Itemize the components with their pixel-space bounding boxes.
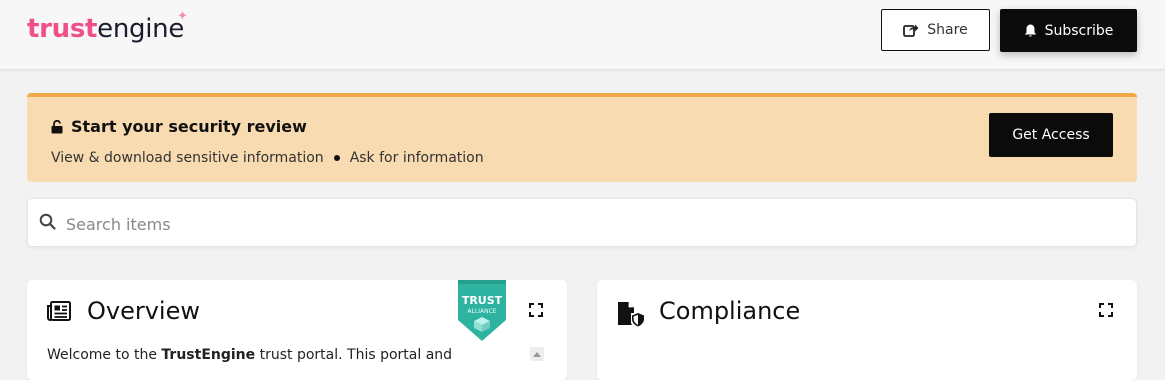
logo-trust: trust xyxy=(27,14,98,44)
logo-engine: engine xyxy=(97,14,185,44)
search-icon xyxy=(39,213,56,230)
get-access-button[interactable]: Get Access xyxy=(989,113,1113,157)
compliance-card: Compliance xyxy=(597,280,1137,380)
scrollbar-up-arrow[interactable] xyxy=(530,347,544,361)
sparkle-icon: ✦ xyxy=(177,9,188,24)
expand-icon[interactable] xyxy=(529,303,543,317)
banner-item-ask: Ask for information xyxy=(349,150,484,166)
file-shield-icon xyxy=(618,302,644,327)
caret-up-icon xyxy=(533,351,541,357)
expand-icon[interactable] xyxy=(1099,303,1113,317)
overview-text-suffix: trust portal. This portal and xyxy=(255,347,453,363)
badge-trust-text: TRUST xyxy=(462,294,503,307)
overview-card: Overview TRUST ALLIANCE Welcome to the T… xyxy=(27,280,567,380)
unlock-icon xyxy=(51,119,63,133)
overview-title: Overview xyxy=(87,297,200,325)
subscribe-label: Subscribe xyxy=(1044,22,1114,39)
compliance-title: Compliance xyxy=(659,297,801,325)
share-label: Share xyxy=(927,22,968,38)
share-icon xyxy=(903,24,919,37)
banner-item-download: View & download sensitive information xyxy=(51,150,324,166)
bell-icon xyxy=(1024,24,1036,37)
trust-alliance-badge: TRUST ALLIANCE xyxy=(458,280,506,341)
subscribe-button[interactable]: Subscribe xyxy=(1000,9,1137,52)
overview-text-brand: TrustEngine xyxy=(161,347,256,363)
top-header: trustengine ✦ Share Subscribe xyxy=(0,0,1165,70)
overview-text: Welcome to the TrustEngine trust portal.… xyxy=(47,347,452,363)
banner-title-text: Start your security review xyxy=(71,117,307,136)
banner-title: Start your security review xyxy=(51,117,307,136)
share-button[interactable]: Share xyxy=(881,9,990,51)
bullet-dot xyxy=(333,155,340,161)
trustengine-logo[interactable]: trustengine ✦ xyxy=(27,9,188,54)
banner-subtitle: View & download sensitive information As… xyxy=(51,150,484,166)
newspaper-icon xyxy=(47,301,71,321)
search-input[interactable] xyxy=(64,209,1118,239)
search-bar xyxy=(27,198,1137,247)
security-review-banner: Start your security review View & downlo… xyxy=(27,93,1137,182)
badge-alliance-text: ALLIANCE xyxy=(467,308,496,315)
overview-text-prefix: Welcome to the xyxy=(47,347,162,363)
